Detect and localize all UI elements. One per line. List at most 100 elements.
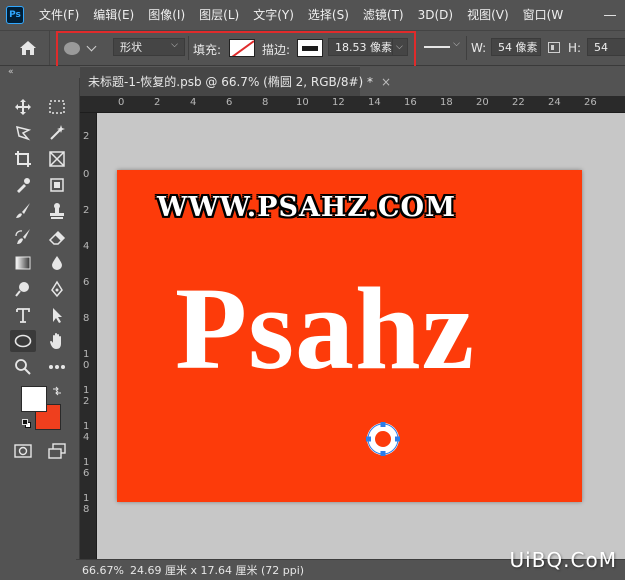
toolbox <box>0 78 80 568</box>
gradient-icon <box>15 256 31 270</box>
link-dimensions-icon[interactable] <box>548 42 560 53</box>
ruler-horizontal[interactable]: 0 2 4 6 8 10 12 14 16 18 20 22 24 26 <box>80 96 625 113</box>
stamp-tool[interactable] <box>44 200 70 222</box>
eraser-icon <box>48 230 66 245</box>
foreground-color-swatch[interactable] <box>21 386 47 412</box>
gradient-tool[interactable] <box>10 252 36 274</box>
minimize-icon[interactable] <box>595 0 625 30</box>
default-colors-icon[interactable] <box>22 419 31 428</box>
type-icon <box>16 308 30 323</box>
ruler-tick-label: 1 0 <box>83 349 90 371</box>
ruler-tick-label: 2 <box>83 131 90 142</box>
menu-edit[interactable]: 编辑(E) <box>86 0 141 30</box>
swap-colors-icon[interactable] <box>52 386 62 396</box>
menu-type[interactable]: 文字(Y) <box>246 0 301 30</box>
width-value: 54 像素 <box>498 41 538 54</box>
www-text-layer[interactable]: WWW.PSAHZ.COM <box>157 192 456 223</box>
ruler-tick-label: 24 <box>548 97 561 108</box>
clone-stamp-icon <box>50 203 64 219</box>
photoshop-window: Ps 文件(F) 编辑(E) 图像(I) 图层(L) 文字(Y) 选择(S) 滤… <box>0 0 625 580</box>
hand-icon <box>50 333 61 349</box>
screen-mode-icon <box>48 443 66 459</box>
path-selection-tool[interactable] <box>44 304 70 326</box>
menu-layer[interactable]: 图层(L) <box>192 0 246 30</box>
ruler-tick-label: 14 <box>368 97 381 108</box>
menu-select[interactable]: 选择(S) <box>301 0 356 30</box>
magic-wand-tool[interactable] <box>44 122 70 144</box>
screen-mode-button[interactable] <box>44 440 70 462</box>
arrow-pointer-icon <box>53 308 62 323</box>
menu-view[interactable]: 视图(V) <box>460 0 516 30</box>
stroke-line-icon <box>424 46 450 48</box>
site-watermark: UiBQ.CoM <box>509 548 617 572</box>
zoom-tool[interactable] <box>10 356 36 378</box>
menu-3d[interactable]: 3D(D) <box>411 0 460 30</box>
dodge-tool[interactable] <box>10 278 36 300</box>
ruler-tick-label: 1 6 <box>83 457 90 479</box>
pen-icon <box>51 280 63 298</box>
brush-tool[interactable] <box>10 200 36 222</box>
object-selection-icon <box>50 178 64 192</box>
ruler-tick-label: 26 <box>584 97 597 108</box>
eraser-tool[interactable] <box>44 226 70 248</box>
toolbox-collapse[interactable]: « <box>0 66 80 78</box>
zoom-level[interactable]: 66.67% <box>76 564 126 577</box>
ruler-tick-label: 8 <box>262 97 269 108</box>
lasso-tool[interactable] <box>10 122 36 144</box>
hand-tool[interactable] <box>44 330 70 352</box>
droplet-icon <box>52 256 62 270</box>
magnifier-icon <box>15 359 31 375</box>
frame-tool[interactable] <box>44 148 70 170</box>
ruler-tick-label: 10 <box>296 97 309 108</box>
eyedropper-tool[interactable] <box>10 174 36 196</box>
blur-tool[interactable] <box>44 252 70 274</box>
move-tool[interactable] <box>10 96 36 118</box>
ruler-tick-label: 22 <box>512 97 525 108</box>
more-tools[interactable] <box>44 356 70 378</box>
ruler-tick-label: 12 <box>332 97 345 108</box>
ruler-tick-label: 4 <box>190 97 197 108</box>
document-info[interactable]: 24.69 厘米 x 17.64 厘米 (72 ppi) <box>126 562 304 578</box>
psahz-text-layer[interactable]: Psahz <box>175 270 475 388</box>
menu-filter[interactable]: 滤镜(T) <box>356 0 411 30</box>
object-selection-tool[interactable] <box>44 174 70 196</box>
crop-tool[interactable] <box>10 148 36 170</box>
ruler-vertical[interactable]: 2 0 2 4 6 8 1 0 1 2 1 4 1 6 1 8 <box>80 113 97 559</box>
photoshop-logo-icon[interactable]: Ps <box>6 6 24 24</box>
stroke-type-dropdown[interactable]: ⌵ <box>418 38 464 56</box>
brush-icon <box>16 203 30 218</box>
menu-window[interactable]: 窗口(W <box>516 0 571 30</box>
home-button[interactable] <box>6 31 50 65</box>
ellipse-tool[interactable] <box>10 330 36 352</box>
ruler-tick-label: 20 <box>476 97 489 108</box>
document-canvas[interactable]: WWW.PSAHZ.COM Psahz <box>117 170 582 502</box>
move-icon <box>15 99 31 115</box>
ruler-tick-label: 0 <box>118 97 125 108</box>
width-input[interactable]: 54 像素 <box>491 38 541 56</box>
more-dots-icon <box>49 365 65 369</box>
magic-wand-icon <box>50 125 65 140</box>
document-tab[interactable]: 未标题-1-恢复的.psb @ 66.7% (椭圆 2, RGB/8#) * × <box>80 66 391 96</box>
height-input[interactable]: 54 <box>587 38 625 56</box>
quick-mask-icon <box>14 444 32 458</box>
close-icon[interactable]: × <box>381 75 391 89</box>
rectangle-marquee-icon <box>49 100 65 114</box>
lasso-icon <box>16 125 32 141</box>
menu-file[interactable]: 文件(F) <box>32 0 86 30</box>
chevron-down-icon: ⌵ <box>453 39 460 49</box>
menu-image[interactable]: 图像(I) <box>141 0 192 30</box>
ruler-tick-label: 2 <box>154 97 161 108</box>
ellipse-shape-with-handles[interactable] <box>366 422 400 456</box>
eyedropper-icon <box>17 178 30 193</box>
ruler-tick-label: 18 <box>440 97 453 108</box>
marquee-tool[interactable] <box>44 96 70 118</box>
document-tab-title: 未标题-1-恢复的.psb @ 66.7% (椭圆 2, RGB/8#) * <box>88 75 374 89</box>
dodge-icon <box>15 282 29 297</box>
pen-tool[interactable] <box>44 278 70 300</box>
type-tool[interactable] <box>10 304 36 326</box>
ruler-tick-label: 4 <box>83 241 90 252</box>
quick-mask-button[interactable] <box>10 440 36 462</box>
history-brush-icon <box>15 229 30 244</box>
history-brush-tool[interactable] <box>10 226 36 248</box>
ruler-tick-label: 2 <box>83 205 90 216</box>
